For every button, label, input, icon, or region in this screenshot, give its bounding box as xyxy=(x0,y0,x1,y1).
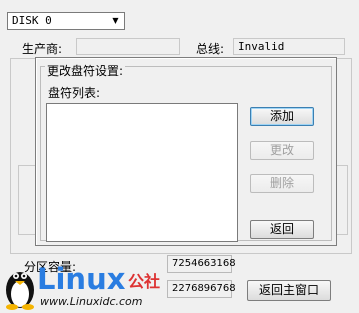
watermark-url: www.Linuxidc.com xyxy=(40,295,143,308)
manufacturer-label: 生产商: xyxy=(22,42,63,56)
back-button[interactable]: 返回 xyxy=(250,220,314,239)
penguin-logo-icon xyxy=(6,272,34,310)
bus-field: Invalid xyxy=(233,38,345,55)
change-button[interactable]: 更改 xyxy=(250,141,314,160)
drive-letter-list[interactable] xyxy=(46,103,238,242)
capacity-value-1: 7254663168 xyxy=(172,258,236,269)
capacity-value-field-2: 2276896768 xyxy=(167,280,236,298)
bus-label: 总线: xyxy=(196,42,225,56)
disk-select[interactable]: DISK 0 ▼ xyxy=(7,12,125,30)
bus-value: Invalid xyxy=(238,40,285,53)
watermark-cn: 公社 xyxy=(128,272,161,291)
disk-select-value: DISK 0 xyxy=(12,14,52,27)
manufacturer-field xyxy=(76,38,180,55)
capacity-value-field-1: 7254663168 xyxy=(167,255,236,273)
add-button[interactable]: 添加 xyxy=(250,107,314,126)
capacity-value-2: 2276896768 xyxy=(172,283,236,294)
delete-button[interactable]: 删除 xyxy=(250,174,314,193)
watermark-brand: Linux xyxy=(37,262,126,296)
dialog-title: 更改盘符设置: xyxy=(45,62,126,79)
drive-letter-list-label: 盘符列表: xyxy=(48,86,101,100)
chevron-down-icon[interactable]: ▼ xyxy=(109,14,122,28)
back-main-button[interactable]: 返回主窗口 xyxy=(247,280,331,301)
